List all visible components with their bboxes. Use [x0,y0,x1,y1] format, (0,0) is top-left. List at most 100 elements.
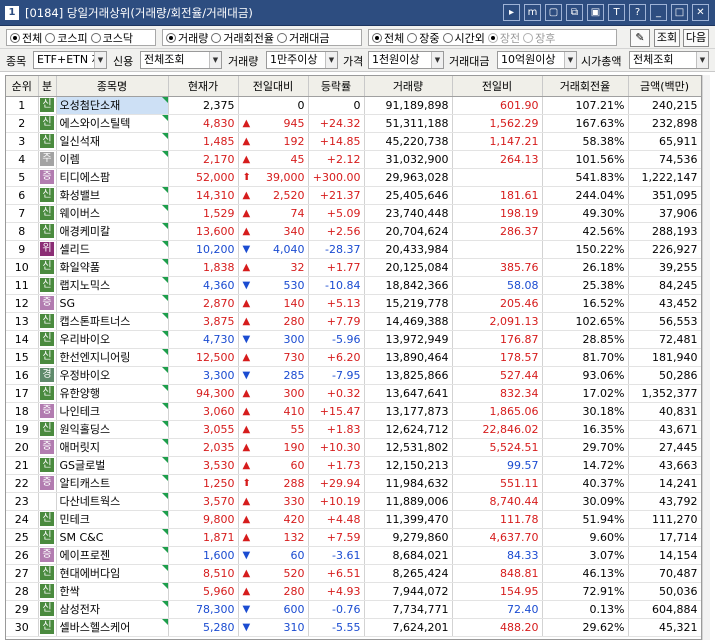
radio-sort_group-2[interactable]: 거래대금 [276,30,329,46]
radio-session_group-2[interactable]: 시간외 [442,30,485,46]
grid-vertical-scrollbar[interactable] [702,75,710,640]
table-row[interactable]: 28 신 한싹 5,960 ▲ 280 +4.93 7,944,072 154.95 72.91%… [6,582,701,601]
table-row[interactable]: 25 신 SM C&C 1,871 ▲ 132 +7.59 9,279,860 4,637.70… [6,528,701,547]
table-row[interactable]: 9 위 셀리드 10,200 ▼ 4,040 -28.37 20,433,984 150.22%… [6,240,701,259]
radio-market_group-1[interactable]: 코스피 [45,30,88,46]
table-row[interactable]: 22 증 알티캐스트 1,250 ⬆ 288 +29.94 11,984,632 551.11 4… [6,474,701,493]
column-header[interactable]: 순위 [6,76,39,97]
stock-name-cell[interactable]: SG [56,294,169,313]
table-row[interactable]: 7 신 웨이버스 1,529 ▲ 74 +5.09 23,740,448 198.19 49.30… [6,204,701,223]
price-filter-select[interactable]: 1천원이상 ▼ [368,51,444,69]
table-row[interactable]: 16 경 우정바이오 3,300 ▼ 285 -7.95 13,825,866 527.44 93… [6,366,701,385]
table-row[interactable]: 3 신 일신석재 1,485 ▲ 192 +14.85 45,220,738 1,147.21 5… [6,132,701,151]
cap-filter-select[interactable]: 전체조회 ▼ [629,51,709,69]
stock-name-cell[interactable]: 현대에버다임 [56,564,169,583]
table-row[interactable]: 20 증 애머릿지 2,035 ▲ 190 +10.30 12,531,802 5,524.51… [6,438,701,457]
copy-icon[interactable]: ⧉ [566,4,583,21]
column-header[interactable]: 전일비 [452,76,543,97]
table-row[interactable]: 27 신 현대에버다임 8,510 ▲ 520 +6.51 8,265,424 848.81 46… [6,564,701,583]
column-header[interactable]: 분 [38,76,57,97]
table-row[interactable]: 1 신 오성첨단소재 2,375 0 0 91,189,898 601.90 107.21% 24… [6,96,701,115]
table-row[interactable]: 21 신 GS글로벌 3,530 ▲ 60 +1.73 12,150,213 99.57 14.7… [6,456,701,475]
stock-name-cell[interactable]: 알티캐스트 [56,474,169,493]
table-row[interactable]: 8 신 애경케미칼 13,600 ▲ 340 +2.56 20,704,624 286.37 42… [6,222,701,241]
table-row[interactable]: 29 신 삼성전자 78,300 ▼ 600 -0.76 7,734,771 72.40 0.13… [6,600,701,619]
radio-session_group-1[interactable]: 장중 [407,30,440,46]
radio-sort_group-0[interactable]: 거래량 [166,30,208,46]
table-row[interactable]: 19 신 원익홀딩스 3,055 ▲ 55 +1.83 12,624,712 22,846.02… [6,420,701,439]
column-header[interactable]: 등락률 [308,76,365,97]
stock-name-cell[interactable]: 일신석재 [56,132,169,151]
stock-name-cell[interactable]: 오성첨단소재 [56,96,169,115]
minimize-icon[interactable]: _ [650,4,667,21]
pencil-icon[interactable]: ✎ [630,29,650,47]
stock-name-cell[interactable]: 웨이버스 [56,204,169,223]
menu-arrow-icon[interactable]: ▸ [503,4,520,21]
column-header[interactable]: 전일대비 [238,76,309,97]
stock-name-cell[interactable]: 랩지노믹스 [56,276,169,295]
table-row[interactable]: 14 신 우리바이오 4,730 ▼ 300 -5.96 13,972,949 176.87 28… [6,330,701,349]
column-header[interactable]: 현재가 [168,76,239,97]
radio-market_group-0[interactable]: 전체 [10,30,42,46]
help-icon[interactable]: ? [629,4,646,21]
font-icon[interactable]: T [608,4,625,21]
table-row[interactable]: 13 신 캡스톤파트너스 3,875 ▲ 280 +7.79 14,469,388 2,091.… [6,312,701,331]
stock-name-cell[interactable]: 나인테크 [56,402,169,421]
table-row[interactable]: 24 신 민테크 9,800 ▲ 420 +4.48 11,399,470 111.78 51.9… [6,510,701,529]
radio-session_group-0[interactable]: 전체 [372,30,404,46]
table-row[interactable]: 4 주 이렘 2,170 ▲ 45 +2.12 31,032,900 264.13 101.56%… [6,150,701,169]
stock-name-cell[interactable]: 화성밸브 [56,186,169,205]
volume-filter-select[interactable]: 1만주이상 ▼ [266,51,338,69]
stock-name-cell[interactable]: 에스와이스틸텍 [56,114,169,133]
stock-name-cell[interactable]: GS글로벌 [56,456,169,475]
stock-name-cell[interactable]: 이렘 [56,150,169,169]
stock-name-cell[interactable]: 캡스톤파트너스 [56,312,169,331]
table-row[interactable]: 5 증 티디에스팜 52,000 ⬆ 39,000 +300.00 29,963,028 541… [6,168,701,187]
radio-market_group-2[interactable]: 코스닥 [90,30,133,46]
radio-sort_group-1[interactable]: 거래회전율 [211,30,274,46]
table-row[interactable]: 17 신 유한양행 94,300 ▲ 300 +0.32 13,647,641 832.34 17… [6,384,701,403]
table-row[interactable]: 11 신 랩지노믹스 4,360 ▼ 530 -10.84 18,842,366 58.08 25… [6,276,701,295]
stock-name-cell[interactable]: 한선엔지니어링 [56,348,169,367]
stock-name-cell[interactable]: 민테크 [56,510,169,529]
stock-name-cell[interactable]: 셀리드 [56,240,169,259]
maximize-icon[interactable]: □ [671,4,688,21]
table-row[interactable]: 26 증 에이프로젠 1,600 ▼ 60 -3.61 8,684,021 84.33 3.07%… [6,546,701,565]
stock-name-cell[interactable]: 티디에스팜 [56,168,169,187]
column-header[interactable]: 거래회전율 [542,76,629,97]
table-row[interactable]: 10 신 화일약품 1,838 ▲ 32 +1.77 20,125,084 385.76 26.1… [6,258,701,277]
stock-name-cell[interactable]: 삼성전자 [56,600,169,619]
table-row[interactable]: 2 신 에스와이스틸텍 4,830 ▲ 945 +24.32 51,311,188 1,562.… [6,114,701,133]
link-icon[interactable]: ▢ [545,4,562,21]
table-row[interactable]: 15 신 한선엔지니어링 12,500 ▲ 730 +6.20 13,890,464 178.5… [6,348,701,367]
stock-name-cell[interactable]: 원익홀딩스 [56,420,169,439]
credit-filter-select[interactable]: 전체조회 ▼ [140,51,222,69]
stock-name-cell[interactable]: 한싹 [56,582,169,601]
table-row[interactable]: 12 증 SG 2,870 ▲ 140 +5.13 15,219,778 205.46 16.52… [6,294,701,313]
stock-name-cell[interactable]: 애머릿지 [56,438,169,457]
column-header[interactable]: 종목명 [56,76,169,97]
table-row[interactable]: 6 신 화성밸브 14,310 ▲ 2,520 +21.37 25,405,646 181.61… [6,186,701,205]
query-button[interactable]: 조회 [654,29,680,47]
table-row[interactable]: 30 신 셀바스헬스케어 5,280 ▼ 310 -5.55 7,624,201 488.20 2… [6,618,701,637]
next-button[interactable]: 다음 [683,29,709,47]
ranking-grid[interactable]: 순위 분 종목명 현재가 전일대비 등락률 거래량 전일비 거래회전율 금액(백만) 1 신 오성첨단… [5,75,702,640]
window-icon[interactable]: ▣ [587,4,604,21]
amount-filter-select[interactable]: 10억원이상 ▼ [497,51,577,69]
item-filter-select[interactable]: ETF+ETN 제 ▼ [33,51,107,69]
stock-name-cell[interactable]: 우정바이오 [56,366,169,385]
stock-name-cell[interactable]: SM C&C [56,528,169,547]
table-row[interactable]: 18 증 나인테크 3,060 ▲ 410 +15.47 13,177,873 1,865.06… [6,402,701,421]
table-row[interactable]: 23 다산네트웍스 3,570 ▲ 330 +10.19 11,889,006 8,740.4… [6,492,701,511]
stock-name-cell[interactable]: 에이프로젠 [56,546,169,565]
stock-name-cell[interactable]: 화일약품 [56,258,169,277]
stock-name-cell[interactable]: 애경케미칼 [56,222,169,241]
column-header[interactable]: 거래량 [364,76,453,97]
stock-name-cell[interactable]: 우리바이오 [56,330,169,349]
close-icon[interactable]: ✕ [692,4,709,21]
column-header[interactable]: 금액(백만) [628,76,701,97]
stock-name-cell[interactable]: 다산네트웍스 [56,492,169,511]
stock-name-cell[interactable]: 유한양행 [56,384,169,403]
memo-icon[interactable]: m [524,4,541,21]
stock-name-cell[interactable]: 셀바스헬스케어 [56,618,169,637]
